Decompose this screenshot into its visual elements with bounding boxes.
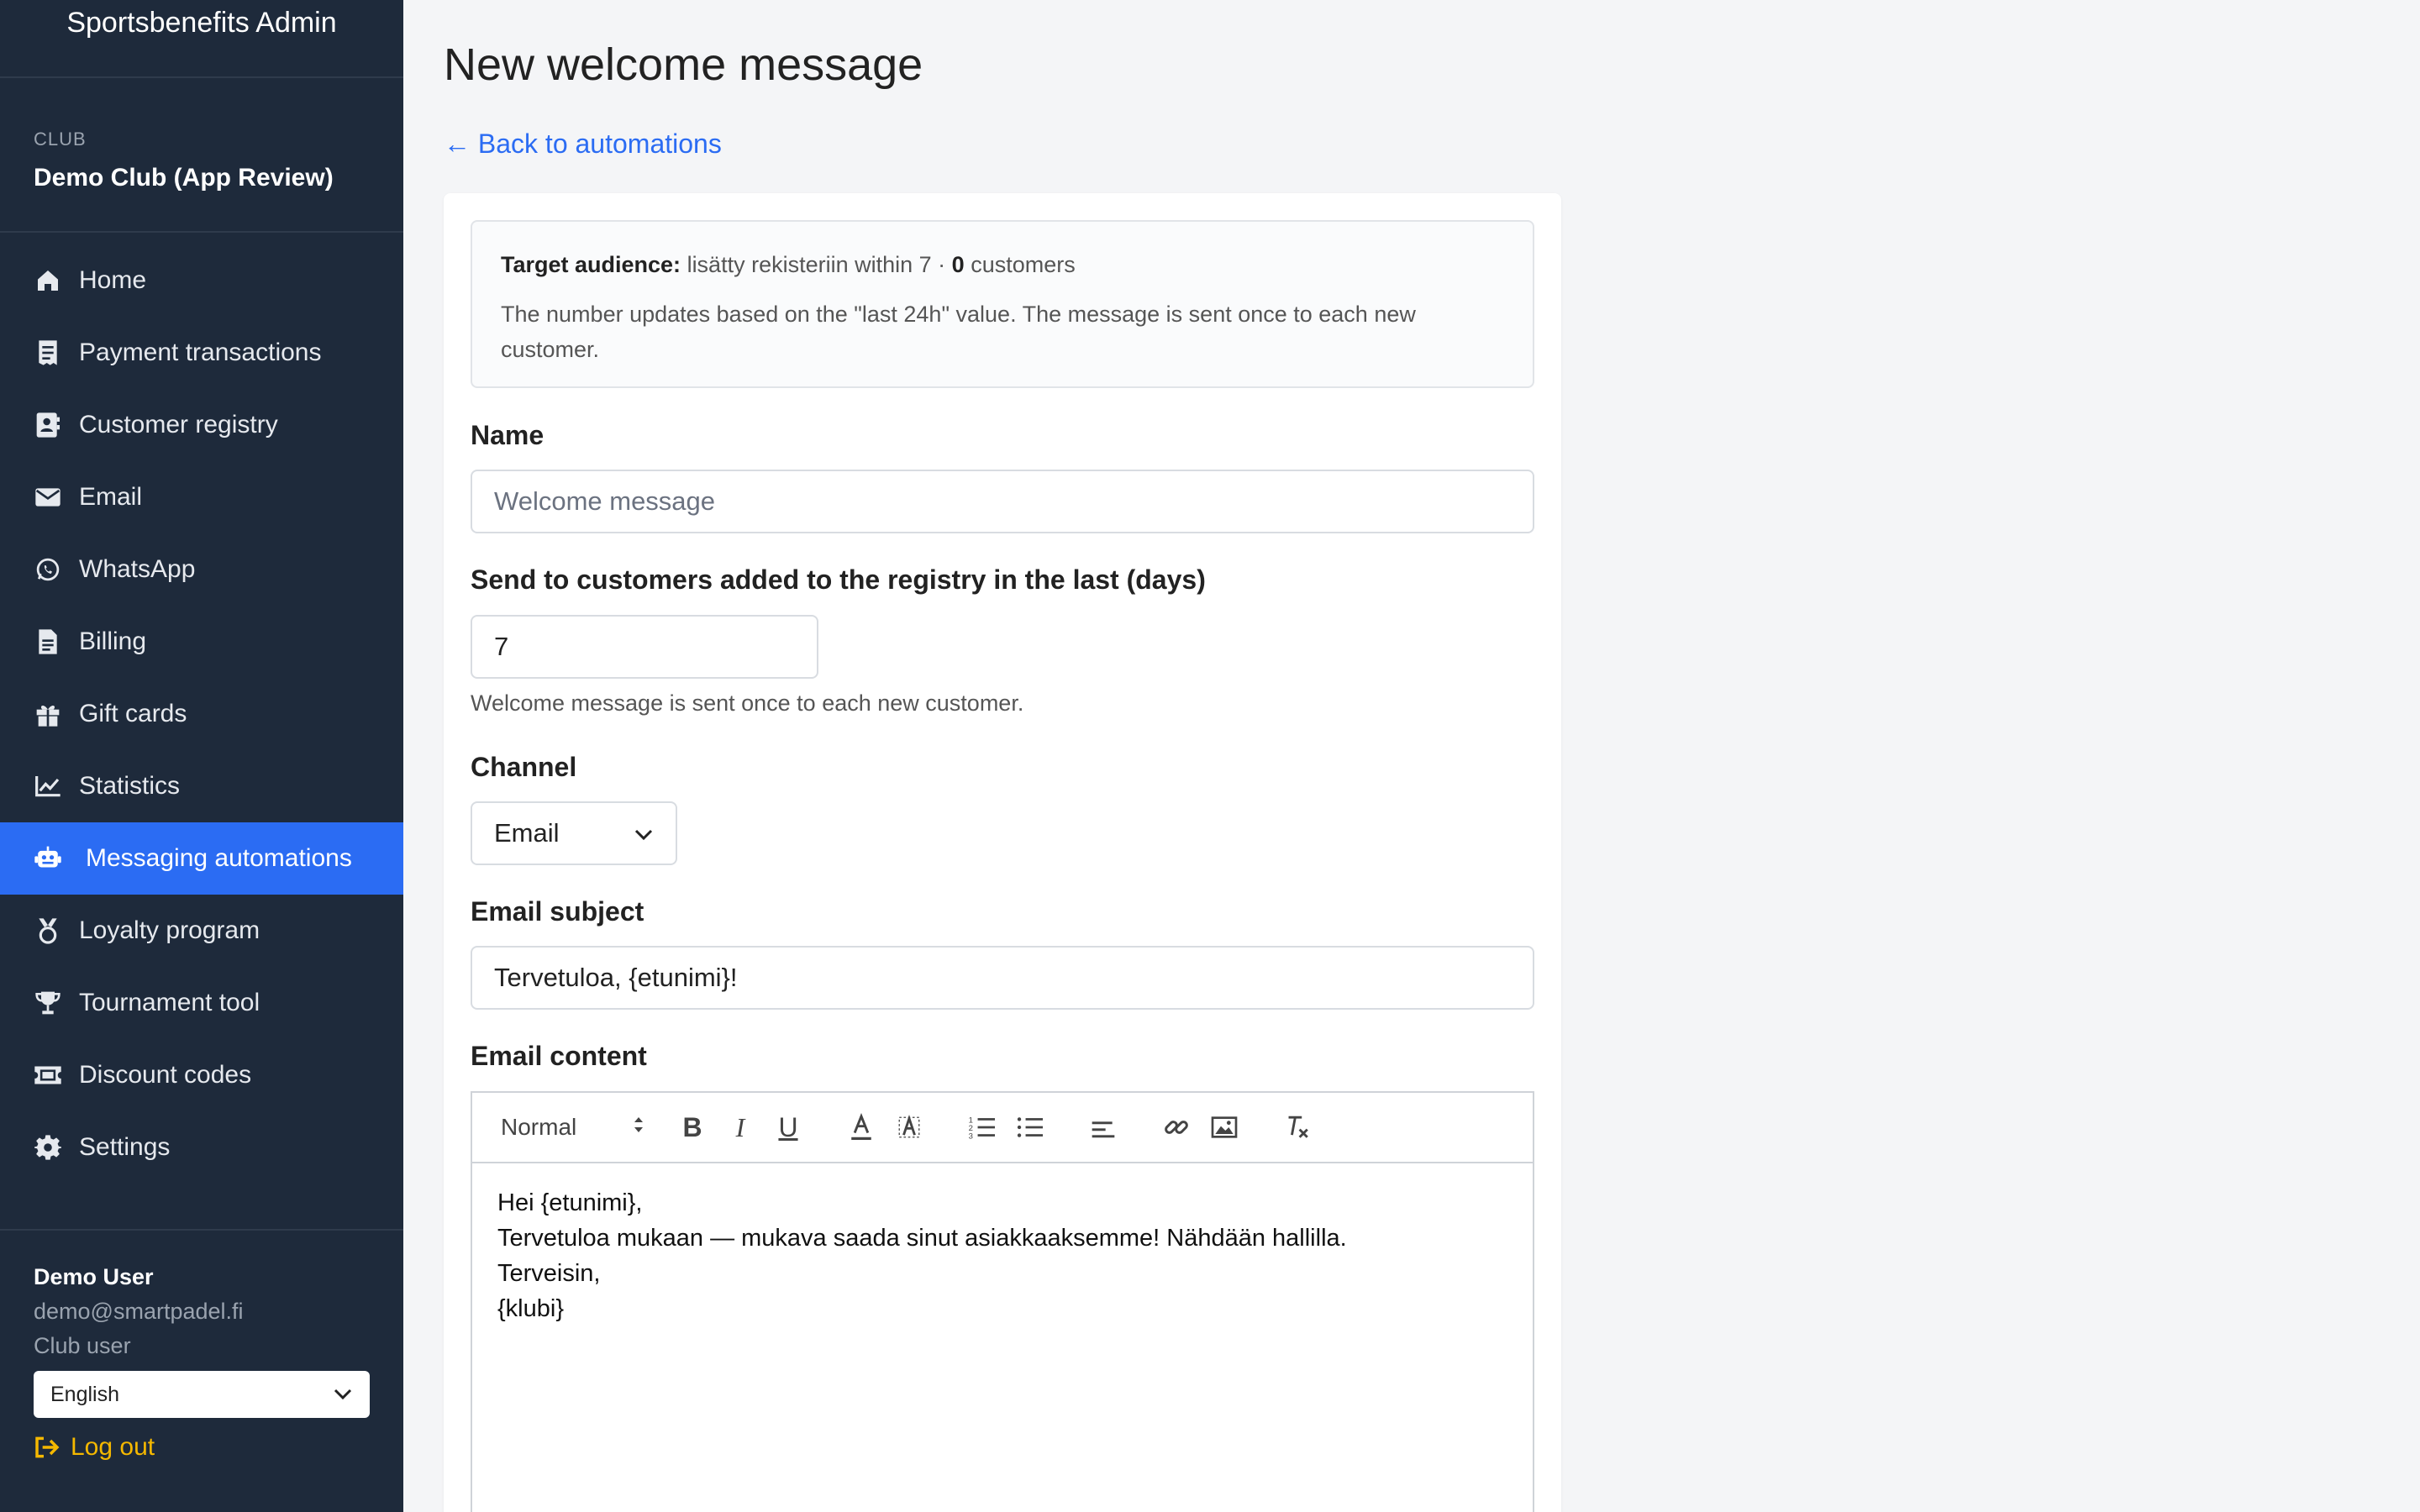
text-style-value: Normal xyxy=(501,1114,577,1140)
sidebar-item-customer-registry[interactable]: Customer registry xyxy=(0,389,403,461)
channel-label: Channel xyxy=(471,752,577,782)
days-input[interactable]: 7 xyxy=(471,615,818,679)
sidebar-item-whatsapp[interactable]: WhatsApp xyxy=(0,533,403,606)
sidebar: Sportsbenefits Admin CLUB Demo Club (App… xyxy=(0,0,403,1512)
club-caption: CLUB xyxy=(34,129,87,150)
club-info: CLUB Demo Club (App Review) xyxy=(0,78,403,233)
channel-select[interactable]: Email xyxy=(471,801,677,865)
target-audience-note: The number updates based on the "last 24… xyxy=(501,302,1416,362)
app-title: Sportsbenefits Admin xyxy=(0,0,403,78)
sidebar-item-email[interactable]: Email xyxy=(0,461,403,533)
logout-link[interactable]: Log out xyxy=(34,1433,370,1462)
content-label: Email content xyxy=(471,1041,647,1071)
sidebar-nav: Home Payment transactions Customer regis… xyxy=(0,233,403,1184)
sidebar-item-tournament-tool[interactable]: Tournament tool xyxy=(0,967,403,1039)
sidebar-item-gift-cards[interactable]: Gift cards xyxy=(0,678,403,750)
clear-formatting-icon[interactable] xyxy=(1281,1110,1314,1144)
chevron-down-icon xyxy=(333,1383,353,1407)
content-line: {klubi} xyxy=(497,1295,565,1322)
envelope-icon xyxy=(34,483,62,512)
user-role: Club user xyxy=(34,1333,131,1358)
sidebar-item-payment-transactions[interactable]: Payment transactions xyxy=(0,317,403,389)
sidebar-item-billing[interactable]: Billing xyxy=(0,606,403,678)
logout-icon xyxy=(34,1436,60,1459)
club-name: Demo Club (App Review) xyxy=(34,164,334,192)
robot-icon xyxy=(34,844,62,873)
subject-input[interactable]: Tervetuloa, {etunimi}! xyxy=(471,946,1534,1010)
editor-content[interactable]: Hei {etunimi}, Tervetuloa mukaan — mukav… xyxy=(472,1163,1533,1348)
gear-icon xyxy=(34,1133,62,1162)
rich-text-editor: Normal B I U 123 Hei {etunimi}, Tervetul… xyxy=(471,1091,1534,1512)
target-audience-panel: Target audience: lisätty rekisteriin wit… xyxy=(471,220,1534,388)
page-title: New welcome message xyxy=(444,39,923,90)
form-card: Target audience: lisätty rekisteriin wit… xyxy=(444,193,1561,1512)
receipt-icon xyxy=(34,339,62,367)
target-audience-label: Target audience: xyxy=(501,252,681,277)
background-color-icon[interactable] xyxy=(892,1110,926,1144)
sidebar-item-label: Billing xyxy=(79,627,147,655)
image-icon[interactable] xyxy=(1207,1110,1241,1144)
days-help-text: Welcome message is sent once to each new… xyxy=(471,690,1024,716)
sidebar-item-label: Statistics xyxy=(79,772,181,800)
sidebar-item-loyalty-program[interactable]: Loyalty program xyxy=(0,895,403,967)
language-value: English xyxy=(50,1382,119,1406)
sidebar-item-label: WhatsApp xyxy=(79,555,196,583)
text-color-icon[interactable] xyxy=(844,1110,878,1144)
editor-toolbar: Normal B I U 123 xyxy=(472,1093,1533,1163)
sidebar-item-label: Gift cards xyxy=(79,700,187,727)
user-panel: Demo User demo@smartpadel.fi Club user E… xyxy=(0,1229,403,1512)
sidebar-item-label: Tournament tool xyxy=(79,989,260,1016)
whatsapp-icon xyxy=(34,555,62,584)
language-select[interactable]: English xyxy=(34,1371,370,1418)
content-line: Tervetuloa mukaan — mukava saada sinut a… xyxy=(497,1225,1347,1252)
chevron-down-icon xyxy=(634,818,654,848)
content-line: Hei {etunimi}, xyxy=(497,1189,643,1216)
back-to-automations-link[interactable]: ← Back to automations xyxy=(444,129,722,160)
updown-icon xyxy=(632,1114,645,1142)
sidebar-item-label: Email xyxy=(79,483,143,511)
target-audience-count: 0 xyxy=(951,252,965,277)
svg-text:3: 3 xyxy=(969,1132,973,1140)
bold-icon[interactable]: B xyxy=(676,1110,709,1144)
medal-icon xyxy=(34,916,62,945)
sidebar-item-home[interactable]: Home xyxy=(0,244,403,317)
sidebar-item-messaging-automations[interactable]: Messaging automations xyxy=(0,822,403,895)
target-audience-unit: customers xyxy=(964,252,1076,277)
link-icon[interactable] xyxy=(1160,1110,1193,1144)
sidebar-item-label: Payment transactions xyxy=(79,339,322,366)
sidebar-item-settings[interactable]: Settings xyxy=(0,1111,403,1184)
home-icon xyxy=(34,266,62,295)
chart-line-icon xyxy=(34,772,62,801)
sidebar-item-label: Discount codes xyxy=(79,1061,252,1089)
sidebar-item-label: Loyalty program xyxy=(79,916,260,944)
name-label: Name xyxy=(471,420,544,450)
channel-value: Email xyxy=(494,818,560,848)
contact-card-icon xyxy=(34,411,62,439)
align-icon[interactable] xyxy=(1086,1110,1120,1144)
sidebar-item-discount-codes[interactable]: Discount codes xyxy=(0,1039,403,1111)
sidebar-item-label: Settings xyxy=(79,1133,171,1161)
invoice-icon xyxy=(34,627,62,656)
sidebar-item-statistics[interactable]: Statistics xyxy=(0,750,403,822)
underline-icon[interactable]: U xyxy=(771,1110,805,1144)
bullet-list-icon[interactable] xyxy=(1013,1110,1047,1144)
user-name: Demo User xyxy=(34,1264,154,1289)
sidebar-item-label: Messaging automations xyxy=(86,844,352,872)
ticket-icon xyxy=(34,1061,62,1089)
gift-icon xyxy=(34,700,62,728)
italic-icon[interactable]: I xyxy=(723,1110,757,1144)
ordered-list-icon[interactable]: 123 xyxy=(965,1110,999,1144)
user-email: demo@smartpadel.fi xyxy=(34,1299,244,1324)
target-audience-line: Target audience: lisätty rekisteriin wit… xyxy=(501,252,1504,278)
trophy-icon xyxy=(34,989,62,1017)
days-label: Send to customers added to the registry … xyxy=(471,564,1206,595)
target-audience-text: lisätty rekisteriin within 7 · xyxy=(681,252,952,277)
name-input[interactable]: Welcome message xyxy=(471,470,1534,533)
text-style-select[interactable]: Normal xyxy=(501,1114,645,1142)
subject-label: Email subject xyxy=(471,896,644,927)
logout-label: Log out xyxy=(71,1433,155,1461)
sidebar-item-label: Home xyxy=(79,266,147,294)
content-line: Terveisin, xyxy=(497,1260,601,1287)
sidebar-item-label: Customer registry xyxy=(79,411,278,438)
